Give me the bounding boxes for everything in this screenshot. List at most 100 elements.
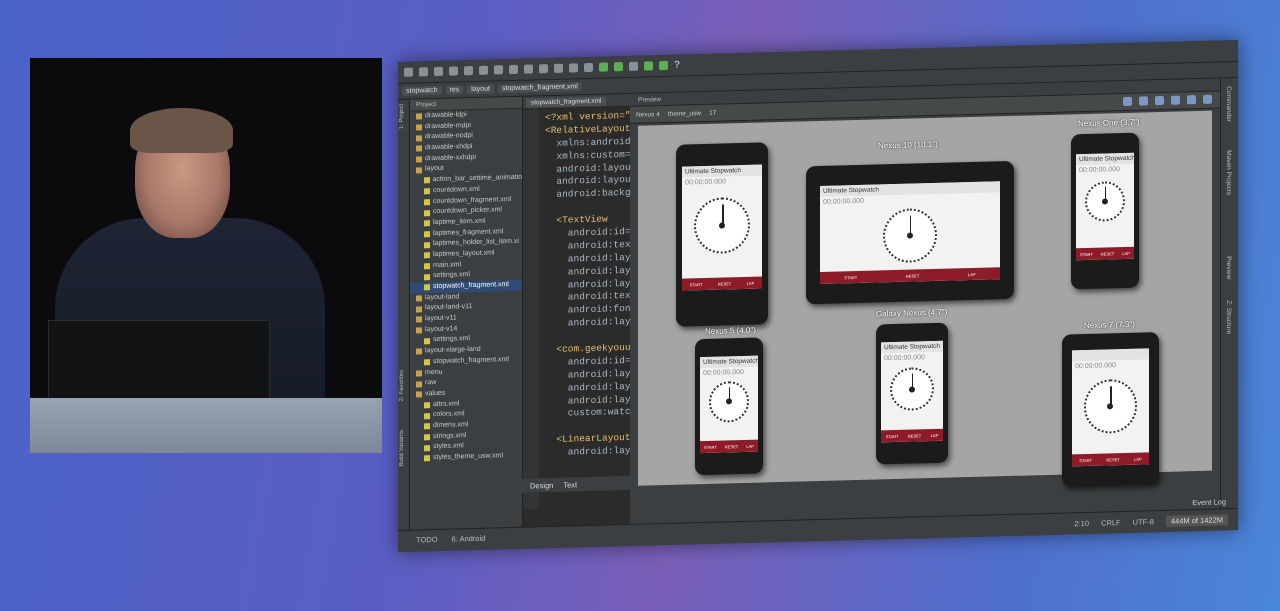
help-icon[interactable]: ? <box>674 60 680 71</box>
design-tab[interactable]: Design <box>530 480 553 490</box>
stopwatch-reset-button[interactable]: RESET <box>725 444 738 449</box>
stopwatch-lap-button[interactable]: LAP <box>746 443 754 448</box>
stopwatch-dial <box>694 197 750 255</box>
app-title: Ultimate Stopwatch <box>881 340 943 354</box>
cursor-position[interactable]: 2:10 <box>1074 519 1089 528</box>
favorites-tool-tab[interactable]: 2: Favorites <box>399 370 405 402</box>
zoom-in-icon[interactable] <box>1155 95 1164 106</box>
code-area[interactable]: <?xml version=" <RelativeLayout xmlns:and… <box>545 110 630 460</box>
zoom-fit-icon[interactable] <box>1123 96 1132 107</box>
zoom-out-icon[interactable] <box>1171 95 1180 105</box>
android-tab[interactable]: 6: Android <box>452 534 486 544</box>
device-preview[interactable]: Ultimate Stopwatch 00:00:00.000 START RESET… <box>695 337 763 476</box>
open-icon[interactable] <box>404 67 413 77</box>
device-preview[interactable]: Ultimate Stopwatch 00:00:00.000 START RESET… <box>676 142 768 327</box>
xml-file-icon <box>424 273 430 280</box>
app-title <box>1072 348 1149 362</box>
breadcrumb-file[interactable]: stopwatch_fragment.xml <box>497 82 582 94</box>
device-preview[interactable]: Ultimate Stopwatch 00:00:00.000 START RESET… <box>806 160 1014 305</box>
build-variants-tool-tab[interactable]: Build Variants <box>399 430 405 467</box>
device-preview[interactable]: Ultimate Stopwatch 00:00:00.000 START RESET… <box>876 322 948 465</box>
stopwatch-start-button[interactable]: START <box>1080 251 1093 256</box>
stopwatch-reset-button[interactable]: RESET <box>718 281 731 286</box>
left-tool-strip: 1: Project 2: Favorites Build Variants <box>398 99 410 531</box>
stopwatch-lap-button[interactable]: LAP <box>968 271 976 276</box>
stopwatch-time: 00:00:00.000 <box>1075 362 1116 371</box>
debug-icon[interactable] <box>614 62 623 72</box>
forward-icon[interactable] <box>569 63 578 73</box>
code-line: custom:watc <box>545 406 630 420</box>
folder-icon <box>416 306 422 313</box>
text-tab[interactable]: Text <box>563 480 577 489</box>
device-preview[interactable]: Ultimate Stopwatch 00:00:00.000 START RESET… <box>1071 132 1139 290</box>
sync-icon[interactable] <box>434 66 443 77</box>
breadcrumb-layout[interactable]: layout <box>467 84 494 95</box>
folder-icon <box>416 156 422 163</box>
find-icon[interactable] <box>524 64 533 74</box>
gear-icon[interactable] <box>1203 94 1212 104</box>
theme-menu[interactable]: theme_usw <box>668 110 701 118</box>
memory-indicator[interactable]: 444M of 1422M <box>1165 514 1228 527</box>
structure-tool-tab[interactable]: Z: Structure <box>1225 300 1232 334</box>
stopwatch-reset-button[interactable]: RESET <box>908 433 921 438</box>
stopwatch-lap-button[interactable]: LAP <box>1134 456 1142 461</box>
button-bar: START RESET LAP <box>700 439 758 454</box>
zoom-actual-icon[interactable] <box>1139 96 1148 106</box>
tree-item-label: styles_theme_usw.xml <box>433 452 504 462</box>
stopwatch-lap-button[interactable]: LAP <box>931 432 939 437</box>
project-tool-tab[interactable]: 1: Project <box>399 104 405 130</box>
xml-file-icon <box>424 444 430 451</box>
editor-tab[interactable]: stopwatch_fragment.xml <box>526 96 607 108</box>
xml-file-icon <box>424 402 430 409</box>
replace-icon[interactable] <box>539 64 548 74</box>
stopwatch-lap-button[interactable]: LAP <box>747 280 755 285</box>
line-separator[interactable]: CRLF <box>1101 518 1121 528</box>
event-log-button[interactable]: Event Log <box>1192 497 1226 507</box>
build-icon[interactable] <box>584 62 593 73</box>
folder-icon <box>416 145 422 152</box>
device-preview[interactable]: 00:00:00.000 START RESET LAP <box>1062 332 1159 487</box>
stopwatch-dial <box>1084 180 1126 223</box>
sdk-manager-icon[interactable] <box>644 61 653 71</box>
stopwatch-reset-button[interactable]: RESET <box>906 273 919 278</box>
tree-item[interactable]: styles_theme_usw.xml <box>410 451 522 465</box>
breadcrumb-res[interactable]: res <box>445 85 464 95</box>
dial-hub <box>906 232 913 240</box>
app-title: Ultimate Stopwatch <box>700 355 758 369</box>
back-icon[interactable] <box>554 63 563 73</box>
run-icon[interactable] <box>599 62 608 72</box>
stopwatch-lap-button[interactable]: LAP <box>1122 250 1130 255</box>
device-screen: Ultimate Stopwatch 00:00:00.000 START RESET… <box>682 164 762 291</box>
commander-tool-tab[interactable]: Commander <box>1225 86 1232 122</box>
settings-icon[interactable] <box>629 61 638 71</box>
stopwatch-reset-button[interactable]: RESET <box>1106 457 1119 462</box>
copy-icon[interactable] <box>494 65 503 75</box>
undo-icon[interactable] <box>449 66 458 76</box>
tree-item-label: layout-land-v11 <box>425 303 473 312</box>
stopwatch-reset-button[interactable]: RESET <box>1101 251 1114 256</box>
preview-tool-tab[interactable]: Preview <box>1225 256 1232 279</box>
redo-icon[interactable] <box>464 66 473 76</box>
stopwatch-start-button[interactable]: START <box>690 282 703 287</box>
avd-manager-icon[interactable] <box>659 60 668 71</box>
dial-hub <box>719 222 725 229</box>
stopwatch-start-button[interactable]: START <box>886 433 899 438</box>
tree-item-label: main.xml <box>433 260 462 269</box>
device-screen: Ultimate Stopwatch 00:00:00.000 START RESET… <box>700 355 758 454</box>
maven-tool-tab[interactable]: Maven Projects <box>1225 150 1232 195</box>
cut-icon[interactable] <box>479 65 488 75</box>
stopwatch-start-button[interactable]: START <box>704 444 717 449</box>
device-menu[interactable]: Nexus 4 <box>636 111 660 119</box>
file-encoding[interactable]: UTF-8 <box>1133 517 1154 527</box>
tree-item-label: styles.xml <box>433 442 464 451</box>
stopwatch-start-button[interactable]: START <box>1079 457 1092 462</box>
paste-icon[interactable] <box>509 64 518 75</box>
todo-tab[interactable]: TODO <box>416 535 438 545</box>
breadcrumb-stopwatch[interactable]: stopwatch <box>402 85 442 96</box>
xml-editor[interactable]: stopwatch_fragment.xml <?xml version=" <R… <box>522 93 630 527</box>
save-icon[interactable] <box>419 67 428 77</box>
api-menu[interactable]: 17 <box>709 109 716 116</box>
refresh-icon[interactable] <box>1187 95 1196 105</box>
device-screen: Ultimate Stopwatch 00:00:00.000 START RESET… <box>820 181 1000 284</box>
stopwatch-start-button[interactable]: START <box>844 274 857 279</box>
